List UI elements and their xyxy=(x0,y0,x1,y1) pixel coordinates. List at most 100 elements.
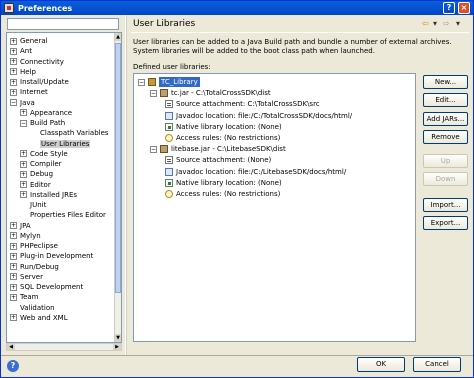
library-tree-item[interactable]: Native library location: (None) xyxy=(162,178,282,188)
expand-icon[interactable]: + xyxy=(10,263,17,270)
help-icon[interactable]: ? xyxy=(7,360,19,372)
expand-icon[interactable]: + xyxy=(10,314,17,322)
tree-item-label: Compiler xyxy=(30,160,62,168)
pane-divider[interactable] xyxy=(125,15,127,355)
tree-item[interactable]: + Ant xyxy=(10,46,32,56)
expand-icon[interactable]: + xyxy=(10,222,17,229)
expand-icon[interactable]: + xyxy=(10,58,17,65)
library-icon xyxy=(148,78,156,86)
access-rules-icon xyxy=(165,190,173,198)
tree-item[interactable]: + PHPeclipse xyxy=(10,241,58,251)
expand-icon[interactable]: + xyxy=(10,232,17,240)
collapse-icon[interactable]: − xyxy=(150,145,157,153)
edit-button[interactable]: Edit... xyxy=(423,93,468,107)
expand-icon[interactable]: + xyxy=(20,181,27,188)
help-title-button[interactable]: ? xyxy=(443,2,455,14)
library-tree-item[interactable]: − TC_Library xyxy=(138,77,200,87)
library-tree-item[interactable]: − litebase.jar - C:\LitebaseSDK\dist xyxy=(150,144,286,154)
scroll-down-arrow[interactable]: ▼ xyxy=(115,334,121,342)
expand-icon[interactable]: + xyxy=(20,170,27,178)
title-bar: Preferences ? × xyxy=(1,1,473,15)
export-button[interactable]: Export... xyxy=(423,216,468,230)
new-button[interactable]: New... xyxy=(423,75,468,89)
scroll-left-arrow[interactable]: ◀ xyxy=(7,344,15,350)
tree-item[interactable]: − Java xyxy=(10,98,35,108)
tree-item[interactable]: + Installed JREs xyxy=(20,190,77,200)
tree-item[interactable]: Validation xyxy=(10,303,55,313)
tree-item[interactable]: − Build Path xyxy=(20,118,65,128)
library-tree-label: tc.jar - C:\TotalCrossSDK\dist xyxy=(171,89,271,98)
cancel-button[interactable]: Cancel xyxy=(413,357,461,372)
scroll-right-arrow[interactable]: ▶ xyxy=(113,344,121,350)
expand-icon[interactable]: + xyxy=(20,109,27,117)
expand-icon[interactable]: + xyxy=(10,252,17,260)
expand-icon[interactable]: + xyxy=(10,78,17,86)
tree-item[interactable]: Properties Files Editor xyxy=(20,210,106,220)
tree-item[interactable]: + Web and XML xyxy=(10,313,68,323)
up-button[interactable]: Up xyxy=(423,154,468,168)
tree-item[interactable]: + General xyxy=(10,36,48,46)
expand-icon[interactable]: + xyxy=(20,191,27,199)
back-arrow-icon[interactable]: ⇦ xyxy=(422,19,429,28)
tree-item[interactable]: + Mylyn xyxy=(10,231,41,241)
tree-item[interactable]: + Connectivity xyxy=(10,57,64,67)
tree-item[interactable]: + Internet xyxy=(10,87,48,97)
tree-item[interactable]: + Server xyxy=(10,272,43,282)
tree-item[interactable]: User Libraries xyxy=(30,139,91,149)
library-tree-label: Source attachment: (None) xyxy=(176,156,272,165)
library-tree-item[interactable]: − tc.jar - C:\TotalCrossSDK\dist xyxy=(150,88,271,98)
expand-icon[interactable]: + xyxy=(20,160,27,168)
tree-item[interactable]: + SQL Development xyxy=(10,282,83,292)
collapse-icon[interactable]: − xyxy=(138,78,145,86)
remove-button[interactable]: Remove xyxy=(423,130,468,144)
tree-item[interactable]: + Install/Update xyxy=(10,77,69,87)
library-tree-item[interactable]: Source attachment: C:\TotalCrossSDK\src xyxy=(162,99,320,109)
defined-libraries-label: Defined user libraries: xyxy=(133,63,211,71)
forward-arrow-icon[interactable]: ⇨ xyxy=(443,19,450,28)
tree-item[interactable]: + JPA xyxy=(10,221,31,231)
tree-item[interactable]: + Compiler xyxy=(20,159,62,169)
tree-item[interactable]: JUnit xyxy=(20,200,46,210)
filter-input[interactable] xyxy=(7,18,119,30)
expand-icon[interactable]: + xyxy=(10,47,17,55)
expand-icon[interactable]: + xyxy=(10,68,17,76)
library-tree-item[interactable]: Access rules: (No restrictions) xyxy=(162,189,280,199)
tree-item[interactable]: + Debug xyxy=(20,169,53,179)
collapse-icon[interactable]: − xyxy=(10,99,17,106)
collapse-icon[interactable]: − xyxy=(20,119,27,127)
add-jars-button[interactable]: Add JARs... xyxy=(423,112,468,126)
expand-icon[interactable]: + xyxy=(10,88,17,96)
expand-icon[interactable]: + xyxy=(10,283,17,291)
tree-item[interactable]: + Run/Debug xyxy=(10,262,59,272)
native-library-icon xyxy=(165,122,173,131)
tree-item[interactable]: + Help xyxy=(10,67,36,77)
import-button[interactable]: Import... xyxy=(423,198,468,212)
library-tree-item[interactable]: Source attachment: (None) xyxy=(162,155,271,165)
scroll-up-arrow[interactable]: ▲ xyxy=(115,33,121,41)
close-button[interactable]: × xyxy=(458,2,470,14)
down-button[interactable]: Down xyxy=(423,172,468,186)
tree-item[interactable]: Classpath Variables xyxy=(30,128,109,138)
scroll-thumb[interactable] xyxy=(115,43,121,293)
tree-item[interactable]: + Plug-in Development xyxy=(10,251,93,261)
expand-icon[interactable]: + xyxy=(20,150,27,158)
tree-item[interactable]: + Team xyxy=(10,292,39,302)
library-tree-item[interactable]: Native library location: (None) xyxy=(162,122,282,132)
tree-item[interactable]: + Code Style xyxy=(20,149,68,159)
library-tree-item[interactable]: Access rules: (No restrictions) xyxy=(162,133,280,143)
library-tree-item[interactable]: Javadoc location: file:/C:/TotalCrossSDK… xyxy=(162,111,352,121)
tree-item[interactable]: + Appearance xyxy=(20,108,72,118)
collapse-icon[interactable]: − xyxy=(150,89,157,97)
user-libraries-tree: − TC_Library − tc.jar - C:\TotalCrossSDK\di… xyxy=(133,73,416,342)
ok-button[interactable]: OK xyxy=(357,357,405,372)
tree-vertical-scrollbar[interactable]: ▲ ▼ xyxy=(114,33,121,342)
expand-icon[interactable]: + xyxy=(10,37,17,45)
expand-icon[interactable]: + xyxy=(10,273,17,281)
library-tree-item[interactable]: Javadoc location: file:/C:/LitebaseSDK/d… xyxy=(162,167,346,177)
expand-icon[interactable]: + xyxy=(10,293,17,301)
back-menu-chevron-icon[interactable]: ▾ xyxy=(433,19,437,28)
expand-icon[interactable]: + xyxy=(10,242,17,250)
tree-item[interactable]: + Editor xyxy=(20,180,51,190)
forward-menu-chevron-icon[interactable]: ▾ xyxy=(456,19,460,28)
tree-horizontal-scrollbar[interactable]: ◀ ▶ xyxy=(6,343,122,351)
